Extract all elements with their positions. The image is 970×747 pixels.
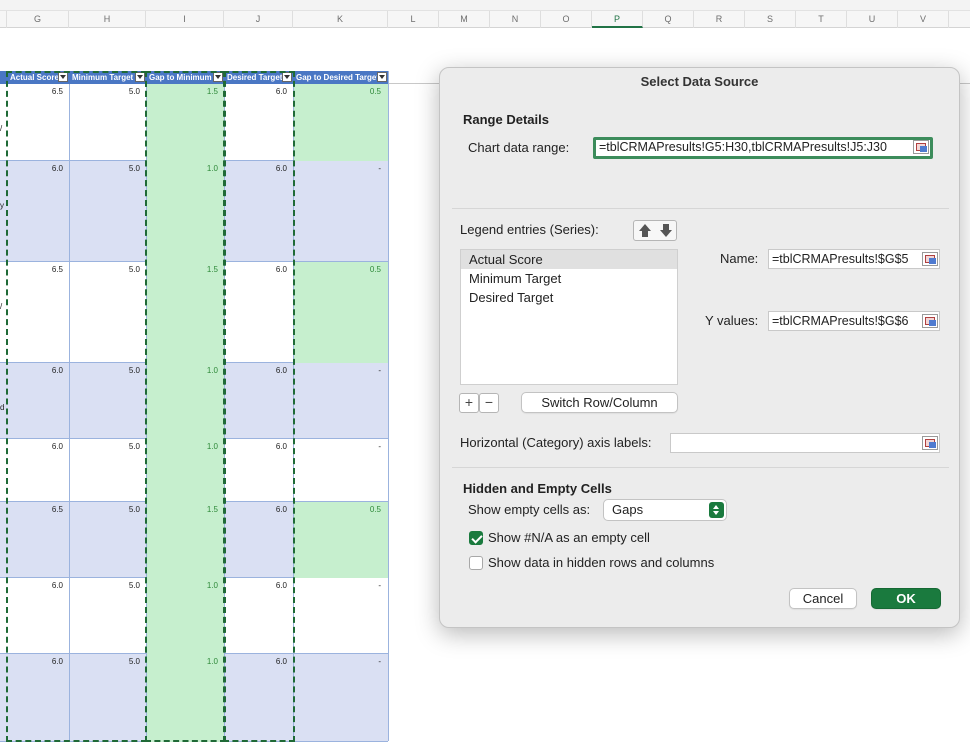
cancel-button[interactable]: Cancel — [789, 588, 857, 609]
column-header-u[interactable]: U — [847, 11, 898, 28]
range-selector-icon[interactable] — [922, 436, 938, 450]
series-list[interactable]: Actual Score Minimum Target Desired Targ… — [460, 249, 678, 385]
table-cell[interactable]: - — [324, 442, 384, 451]
series-item-actual-score[interactable]: Actual Score — [461, 250, 677, 269]
selection-marquee-j — [223, 71, 295, 742]
show-na-checkbox[interactable] — [469, 531, 483, 545]
header-gap-to-desired[interactable]: Gap to Desired Target — [293, 71, 388, 84]
separator — [452, 208, 949, 209]
range-selector-icon[interactable] — [922, 252, 938, 266]
chart-range-input[interactable]: =tblCRMAPresults!G5:H30,tblCRMAPresults!… — [593, 137, 933, 159]
table-cell[interactable]: 0.5 — [324, 505, 384, 514]
selection-marquee-i — [145, 71, 226, 742]
axis-labels-input[interactable] — [670, 433, 940, 453]
move-up-icon[interactable] — [638, 224, 652, 238]
column-header-p[interactable]: P — [592, 11, 643, 28]
column-header-h[interactable]: H — [69, 11, 146, 28]
column-header-g[interactable]: G — [7, 11, 69, 28]
table-cell[interactable]: - — [324, 581, 384, 590]
range-selector-icon[interactable] — [913, 140, 929, 154]
truncated-cell-text: d — [0, 403, 5, 412]
header-label: Gap to Desired Target — [296, 73, 379, 82]
show-hidden-label: Show data in hidden rows and columns — [488, 555, 715, 570]
series-item-minimum-target[interactable]: Minimum Target — [461, 269, 677, 288]
truncated-cell-text: / — [0, 302, 3, 311]
show-hidden-checkbox[interactable] — [469, 556, 483, 570]
excel-window: G H I J K L M N O P Q R S T U V Actual S… — [0, 0, 970, 747]
series-name-value: =tblCRMAPresults!$G$5 — [772, 252, 909, 266]
column-header-v[interactable]: V — [898, 11, 949, 28]
series-item-desired-target[interactable]: Desired Target — [461, 288, 677, 307]
show-empty-value: Gaps — [612, 502, 644, 517]
column-header-partial[interactable] — [0, 11, 7, 28]
table-cell[interactable]: - — [324, 657, 384, 666]
truncated-cell-text: / — [0, 124, 3, 133]
separator — [452, 467, 949, 468]
chevron-updown-icon — [709, 502, 724, 518]
column-header-j[interactable]: J — [224, 11, 293, 28]
column-header-r[interactable]: R — [694, 11, 745, 28]
filter-dropdown-icon[interactable] — [377, 72, 387, 82]
range-selector-icon[interactable] — [922, 314, 938, 328]
formula-bar-strip — [0, 0, 970, 10]
table-cell[interactable]: - — [324, 366, 384, 375]
y-values-input[interactable]: =tblCRMAPresults!$G$6 — [768, 311, 940, 331]
selection-marquee-g-h — [6, 71, 147, 742]
show-na-label: Show #N/A as an empty cell — [488, 530, 650, 545]
switch-row-column-button[interactable]: Switch Row/Column — [521, 392, 678, 413]
column-header-q[interactable]: Q — [643, 11, 694, 28]
series-name-input[interactable]: =tblCRMAPresults!$G$5 — [768, 249, 940, 269]
column-header-t[interactable]: T — [796, 11, 847, 28]
column-header-bar: G H I J K L M N O P Q R S T U V — [0, 10, 970, 28]
column-header-s[interactable]: S — [745, 11, 796, 28]
y-values-label: Y values: — [705, 313, 759, 328]
table-cell[interactable]: - — [324, 164, 384, 173]
table-cell[interactable]: 0.5 — [324, 87, 384, 96]
table-cell[interactable]: 0.5 — [324, 265, 384, 274]
move-down-icon[interactable] — [659, 224, 673, 238]
table-right-border — [388, 71, 389, 741]
chart-range-value: =tblCRMAPresults!G5:H30,tblCRMAPresults!… — [599, 140, 887, 154]
column-header-l[interactable]: L — [388, 11, 439, 28]
range-details-heading: Range Details — [463, 112, 549, 127]
select-data-source-dialog: Select Data Source Range Details Chart d… — [439, 67, 960, 628]
hidden-empty-heading: Hidden and Empty Cells — [463, 481, 612, 496]
column-header-k[interactable]: K — [293, 11, 388, 28]
move-series-buttons — [633, 220, 677, 241]
gap-desired-fill — [293, 262, 388, 363]
legend-entries-label: Legend entries (Series): — [460, 222, 599, 237]
column-header-m[interactable]: M — [439, 11, 490, 28]
ok-button[interactable]: OK — [871, 588, 941, 609]
series-name-label: Name: — [720, 251, 759, 266]
column-header-n[interactable]: N — [490, 11, 541, 28]
y-values-value: =tblCRMAPresults!$G$6 — [772, 314, 909, 328]
show-empty-select[interactable]: Gaps — [603, 499, 727, 521]
dialog-title: Select Data Source — [640, 74, 759, 89]
column-header-o[interactable]: O — [541, 11, 592, 28]
add-series-button[interactable]: + — [459, 393, 479, 413]
remove-series-button[interactable]: − — [479, 393, 499, 413]
chart-range-label: Chart data range: — [468, 140, 570, 155]
axis-labels-label: Horizontal (Category) axis labels: — [460, 435, 652, 450]
truncated-cell-text: y — [0, 201, 4, 210]
column-header-i[interactable]: I — [146, 11, 224, 28]
show-empty-label: Show empty cells as: — [468, 502, 591, 517]
